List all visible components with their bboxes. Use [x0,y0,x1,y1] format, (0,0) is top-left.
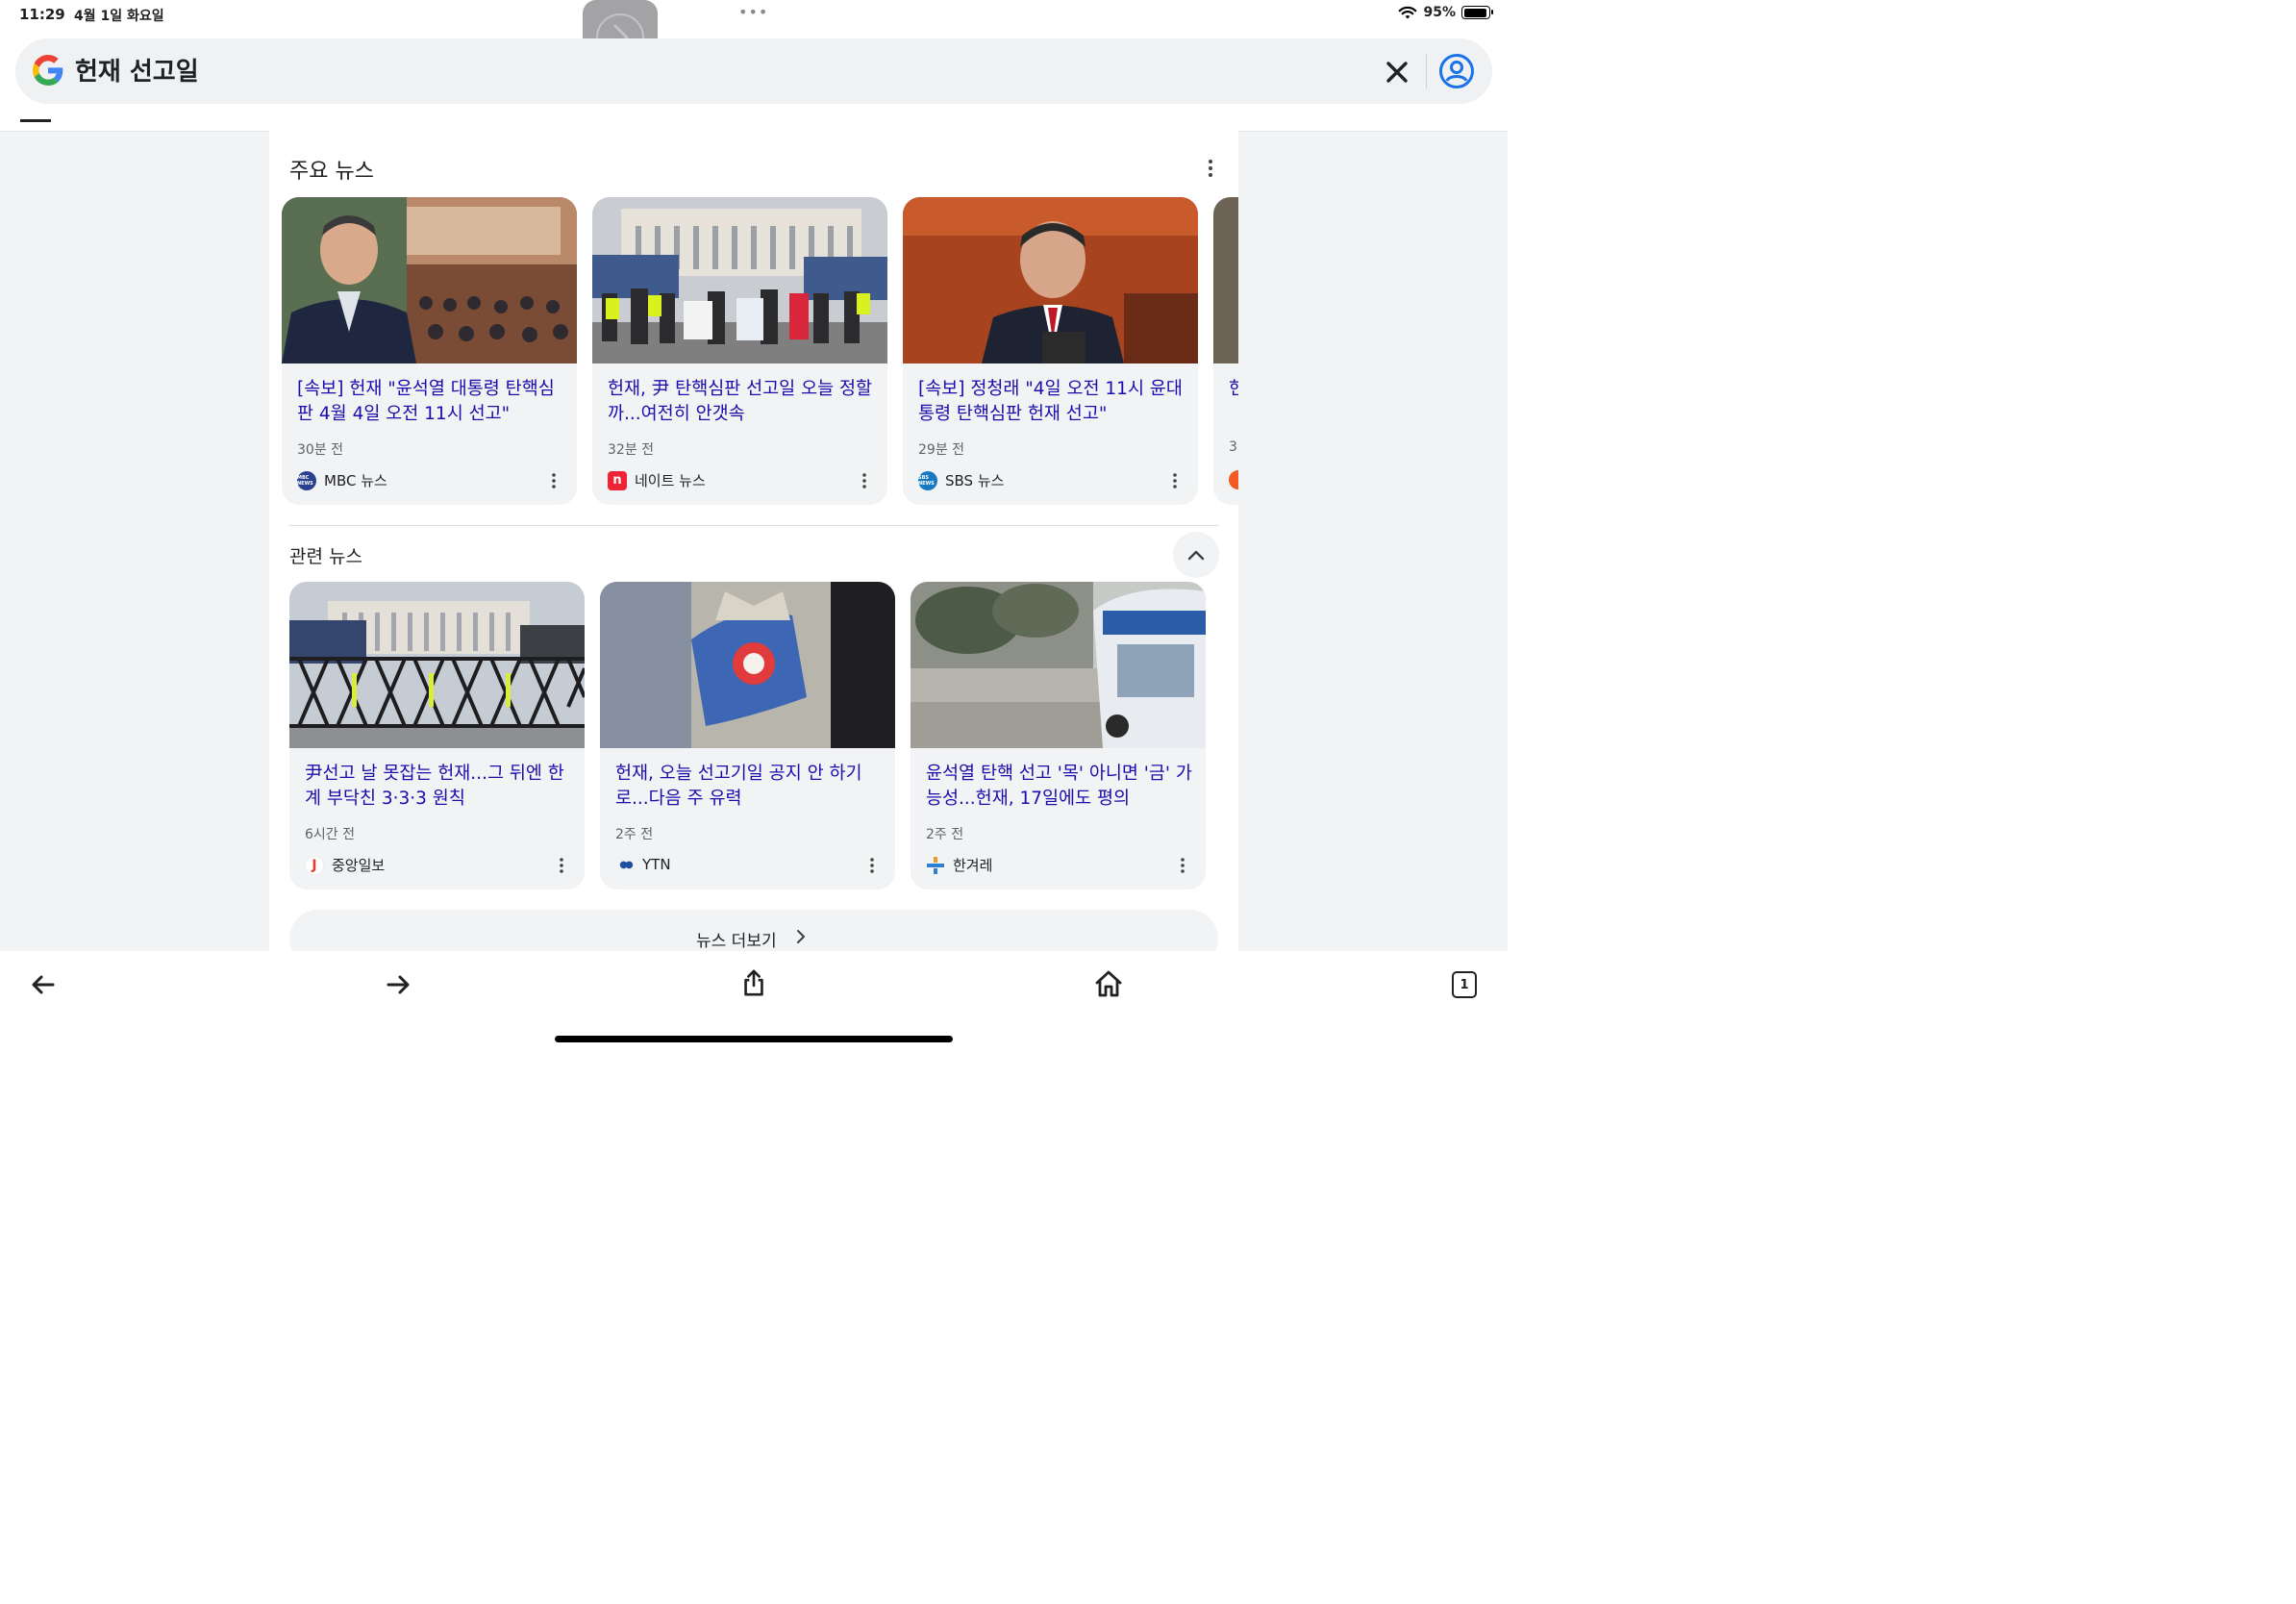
more-news-button[interactable]: 뉴스 더보기 [289,910,1218,951]
news-card[interactable]: 헌 윌 3 [1213,197,1238,505]
tab-underline [20,119,51,122]
joongang-icon: J [305,855,324,875]
more-options-icon[interactable] [866,857,878,874]
share-icon[interactable] [739,968,768,997]
news-headline[interactable]: 헌재, 오늘 선고기일 공지 안 하기로...다음 주 유력 [615,762,885,812]
more-options-icon[interactable] [556,857,567,874]
status-time: 11:29 [19,6,65,23]
battery-icon [1461,6,1493,19]
news-source: J 중앙일보 [305,855,385,875]
news-headline[interactable]: [속보] 정청래 "4일 오전 11시 윤대통령 탄핵심판 헌재 선고" [918,377,1187,427]
news-card[interactable]: [속보] 정청래 "4일 오전 11시 윤대통령 탄핵심판 헌재 선고" 29분… [903,197,1198,505]
news-headline[interactable]: 尹선고 날 못잡는 헌재...그 뒤엔 한계 부닥친 3·3·3 원칙 [305,762,574,812]
news-time: 29분 전 [918,442,965,458]
news-time: 2주 전 [615,827,654,842]
ytn-icon: ●● [619,859,633,870]
home-indicator[interactable] [555,1036,953,1042]
close-icon[interactable] [1383,58,1411,87]
status-right: 95% [1398,5,1493,20]
news-source [1229,470,1238,489]
more-options-icon[interactable] [1202,158,1219,179]
news-time: 6시간 전 [305,827,355,842]
wifi-icon [1399,6,1417,18]
nate-news-icon: n [608,470,627,490]
top-news-title: 주요 뉴스 [289,160,374,184]
news-thumbnail [289,582,585,748]
news-source: MBC NEWS MBC 뉴스 [297,470,387,490]
news-source: 한겨레 [926,855,992,875]
multitask-dots[interactable]: ••• [738,3,768,21]
chevron-right-icon [797,930,805,943]
mbc-news-icon: MBC NEWS [297,470,316,490]
forward-arrow-icon[interactable] [384,970,412,999]
search-divider [1426,54,1427,88]
more-options-icon[interactable] [548,472,560,489]
more-options-icon[interactable] [1169,472,1181,489]
section-divider [289,525,1218,526]
hankyoreh-icon [926,856,945,875]
news-source: ●● YTN [615,855,671,874]
search-query[interactable]: 헌재 선고일 [75,52,199,88]
news-time: 30분 전 [297,442,344,458]
more-options-icon[interactable] [859,472,870,489]
news-source-name: 한겨레 [953,857,993,874]
news-source-name: 중앙일보 [332,857,386,874]
news-time: 32분 전 [608,442,655,458]
more-news-label: 뉴스 더보기 [696,932,777,951]
account-icon[interactable] [1438,53,1475,89]
news-card[interactable]: 尹선고 날 못잡는 헌재...그 뒤엔 한계 부닥친 3·3·3 원칙 6시간 … [289,582,585,890]
news-headline[interactable]: [속보] 헌재 "윤석열 대통령 탄핵심판 4월 4일 오전 11시 선고" [297,377,566,427]
collapse-button[interactable] [1173,532,1219,578]
news-card[interactable]: 헌재, 尹 탄핵심판 선고일 오늘 정할까...여전히 안갯속 32분 전 n … [592,197,887,505]
news-source-name: 네이트 뉴스 [635,472,706,489]
news-source-name: SBS 뉴스 [945,472,1005,489]
google-logo-icon [33,55,63,86]
news-thumbnail [282,197,577,363]
back-arrow-icon[interactable] [29,970,58,999]
news-thumbnail [911,582,1206,748]
search-bar[interactable]: 헌재 선고일 [15,38,1492,104]
news-source-icon [1229,470,1238,489]
status-date: 4월 1일 화요일 [74,9,164,24]
news-headline[interactable]: 헌 윌 [1229,377,1238,402]
battery-percent: 95% [1423,5,1456,20]
news-headline[interactable]: 헌재, 尹 탄핵심판 선고일 오늘 정할까...여전히 안갯속 [608,377,877,427]
news-source-name: YTN [642,856,671,873]
status-bar: 11:29 4월 1일 화요일 ••• 95% [0,0,1508,29]
news-time: 3 [1229,439,1237,455]
news-card[interactable]: 헌재, 오늘 선고기일 공지 안 하기로...다음 주 유력 2주 전 ●● Y… [600,582,895,890]
news-source: SBS NEWS SBS 뉴스 [918,470,1004,490]
results-content: 주요 뉴스 [속보] 헌재 "윤석열 대통령 탄핵심판 4월 4일 오전 11시… [269,131,1238,951]
news-thumbnail [903,197,1198,363]
news-time: 2주 전 [926,827,964,842]
bottom-toolbar: 1 [0,951,1508,1053]
news-card[interactable]: [속보] 헌재 "윤석열 대통령 탄핵심판 4월 4일 오전 11시 선고" 3… [282,197,577,505]
news-card[interactable]: 윤석열 탄핵 선고 '목' 아니면 '금' 가능성...헌재, 17일에도 평의… [911,582,1206,890]
tab-switcher-button[interactable]: 1 [1452,971,1477,998]
chevron-up-icon [1187,550,1205,561]
news-thumbnail [592,197,887,363]
sbs-news-icon: SBS NEWS [918,470,937,490]
related-news-title: 관련 뉴스 [289,546,362,567]
news-thumbnail [1213,197,1238,363]
home-icon[interactable] [1094,969,1123,998]
news-source-name: MBC 뉴스 [324,472,387,489]
tab-count: 1 [1460,977,1469,992]
battery-level [1463,8,1487,17]
news-thumbnail [600,582,895,748]
news-source: n 네이트 뉴스 [608,470,706,490]
more-options-icon[interactable] [1177,857,1188,874]
news-headline[interactable]: 윤석열 탄핵 선고 '목' 아니면 '금' 가능성...헌재, 17일에도 평의 [926,762,1195,812]
